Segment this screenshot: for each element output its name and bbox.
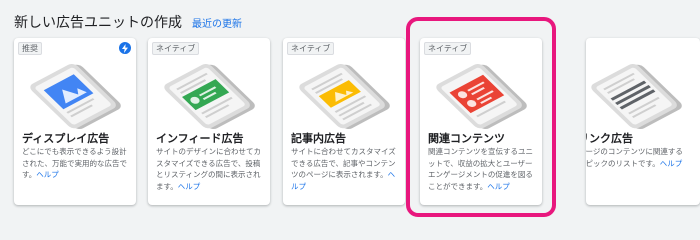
inarticle-ad-illustration (299, 64, 390, 130)
display-ad-description: どこにでも表示できるよう設計された、万能で実用的な広告です。ヘルプ (22, 147, 127, 179)
infeed-ad-description: サイトのデザインに合わせてカスタマイズできる広告で、投稿とリスティングの間に表示… (156, 147, 261, 191)
recent-updates-link[interactable]: 最近の更新 (192, 15, 242, 30)
inarticle-ad-description: サイトに合わせてカスタマイズできる広告で、記事やコンテンツのページに表示されます… (291, 147, 396, 191)
link-ad-help-link[interactable]: ヘルプ (660, 159, 683, 168)
related-content-title: 関連コンテンツ (428, 132, 505, 145)
display-ad-card[interactable]: 推奨 ディスプレイ広告 どこにでも表示できるよう設計された、万能で実用的な広告で… (14, 38, 136, 205)
related-content-card[interactable]: ネイティブ 関連コンテンツ 関連コンテンツを宣伝するユニットで、収益の拡大とユー… (420, 38, 542, 205)
page-title: 新しい広告ユニットの作成 (14, 15, 182, 31)
related-content-illustration (436, 64, 527, 130)
related-content-description: 関連コンテンツを宣伝するユニットで、収益の拡大とユーザー エンゲージメントの促進… (428, 147, 533, 191)
display-ad-illustration (30, 64, 121, 130)
inarticle-ad-title: 記事内広告 (291, 132, 346, 145)
display-ad-help-link[interactable]: ヘルプ (36, 170, 59, 179)
link-ad-card[interactable]: リンク広告 ページのコンテンツに関連するトピックのリストです。ヘルプ (586, 38, 700, 205)
link-ad-description: ページのコンテンツに関連するトピックのリストです。ヘルプ (586, 147, 683, 168)
display-ad-title: ディスプレイ広告 (22, 132, 110, 145)
inarticle-ad-card[interactable]: ネイティブ 記事内広告 サイトに合わせてカスタマイズできる広告で、記事やコンテン… (283, 38, 405, 205)
page-header: 新しい広告ユニットの作成 最近の更新 (14, 12, 242, 32)
link-ad-illustration (591, 64, 682, 130)
link-ad-title: リンク広告 (586, 132, 633, 145)
infeed-ad-card[interactable]: ネイティブ インフィード広告 サイトのデザインに合わせてカスタマイズできる広告で… (148, 38, 270, 205)
infeed-ad-illustration (164, 64, 255, 130)
related-content-help-link[interactable]: ヘルプ (487, 182, 510, 191)
infeed-ad-help-link[interactable]: ヘルプ (178, 182, 201, 191)
infeed-ad-title: インフィード広告 (156, 132, 244, 145)
